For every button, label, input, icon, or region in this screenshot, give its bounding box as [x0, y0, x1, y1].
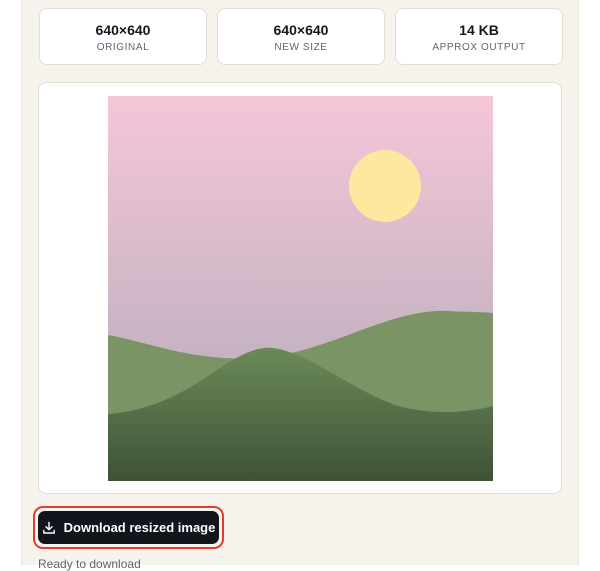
- download-button-label: Download resized image: [63, 520, 216, 535]
- stat-new-size-value: 640×640: [273, 22, 329, 38]
- stat-original: 640×640 ORIGINAL: [39, 8, 207, 65]
- stat-approx-output: 14 KB APPROX OUTPUT: [395, 8, 563, 65]
- preview-card: [38, 82, 562, 494]
- sun-icon: [349, 150, 421, 222]
- download-icon: [42, 521, 56, 535]
- stat-original-value: 640×640: [95, 22, 151, 38]
- stat-approx-output-value: 14 KB: [459, 22, 499, 38]
- download-resized-image-button[interactable]: Download resized image: [38, 511, 219, 544]
- stat-approx-output-label: APPROX OUTPUT: [432, 42, 526, 53]
- stat-new-size: 640×640 NEW SIZE: [217, 8, 385, 65]
- resized-image-preview: [108, 96, 493, 481]
- stat-new-size-label: NEW SIZE: [274, 42, 328, 53]
- stat-original-label: ORIGINAL: [96, 42, 150, 53]
- download-status-text: Ready to download: [38, 557, 141, 571]
